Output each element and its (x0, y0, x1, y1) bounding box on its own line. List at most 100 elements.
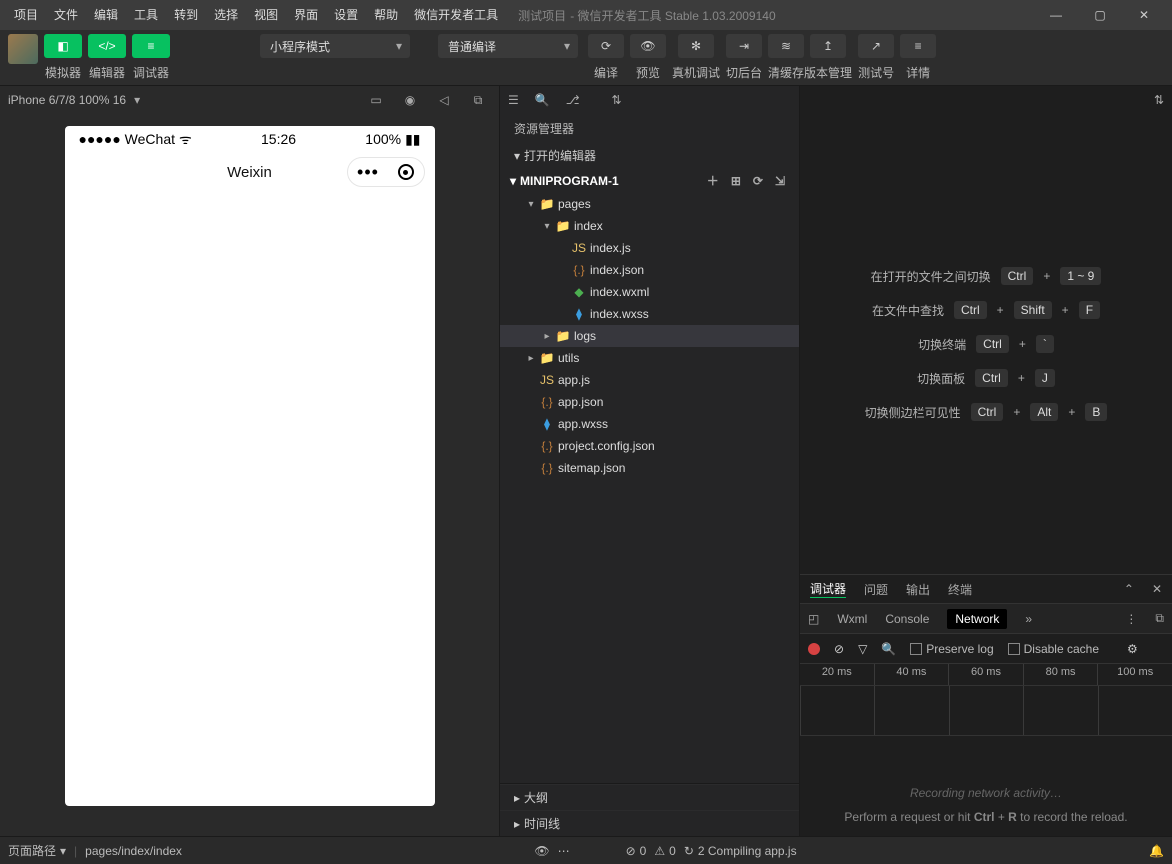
learn-more-link[interactable]: Learn more (955, 834, 1016, 836)
folder-index[interactable]: ▾📁index (500, 215, 799, 237)
tree-label: index.json (590, 263, 644, 277)
more-icon[interactable]: ⋯ (558, 844, 570, 858)
explorer-title: 资源管理器 (500, 114, 799, 143)
menu-item-1[interactable]: 文件 (46, 0, 86, 30)
test-button[interactable]: ↗ (858, 34, 894, 58)
minimize-button[interactable]: — (1034, 0, 1078, 30)
tab-console[interactable]: Console (885, 612, 929, 626)
statusbar: 页面路径 ▾ | pages/index/index 👁 ⋯ ⊘ 0 ⚠ 0 ↻… (0, 836, 1172, 864)
file-index.js[interactable]: JSindex.js (500, 237, 799, 259)
page-route-label[interactable]: 页面路径 ▾ (8, 842, 66, 859)
panel-options-icon[interactable]: ⇅ (612, 93, 622, 107)
file-project.config.json[interactable]: {.}project.config.json (500, 435, 799, 457)
folder-utils[interactable]: ▸📁utils (500, 347, 799, 369)
panel-collapse-icon[interactable]: ⌃ (1124, 582, 1134, 596)
disable-cache-checkbox[interactable]: Disable cache (1008, 642, 1099, 656)
menu-item-4[interactable]: 转到 (166, 0, 206, 30)
folder-logs[interactable]: ▸📁logs (500, 325, 799, 347)
simulator-toggle[interactable]: ◧ (44, 34, 82, 58)
file-sitemap.json[interactable]: {.}sitemap.json (500, 457, 799, 479)
file-app.wxss[interactable]: ⧫app.wxss (500, 413, 799, 435)
menu-item-2[interactable]: 编辑 (86, 0, 126, 30)
tab-wxml[interactable]: Wxml (837, 612, 867, 626)
warning-count[interactable]: ⚠ 0 (654, 844, 675, 858)
tab-output[interactable]: 输出 (906, 581, 930, 598)
open-editors-section[interactable]: ▾打开的编辑器 (500, 143, 799, 168)
menu-item-3[interactable]: 工具 (126, 0, 166, 30)
record-indicator[interactable] (808, 643, 820, 655)
tab-problems[interactable]: 问题 (864, 581, 888, 598)
kebab-icon[interactable]: ⋮ (1125, 612, 1137, 626)
version-button[interactable]: ↥ (810, 34, 846, 58)
tab-terminal[interactable]: 终端 (948, 581, 972, 598)
detail-button[interactable]: ≡ (900, 34, 936, 58)
timeline-section[interactable]: ▸时间线 (500, 810, 799, 836)
avatar[interactable] (8, 34, 38, 64)
file-app.json[interactable]: {.}app.json (500, 391, 799, 413)
panel-close-icon[interactable]: ✕ (1152, 582, 1162, 596)
error-count[interactable]: ⊘ 0 (626, 844, 647, 858)
menu-item-7[interactable]: 界面 (286, 0, 326, 30)
device-icon[interactable]: ▭ (363, 91, 389, 109)
gear-icon[interactable]: ⚙ (1127, 642, 1138, 656)
file-index.wxss[interactable]: ⧫index.wxss (500, 303, 799, 325)
dock-icon[interactable]: ⧉ (1155, 611, 1164, 626)
mode-dropdown[interactable]: 小程序模式 (260, 34, 410, 58)
tab-debugger[interactable]: 调试器 (810, 580, 846, 598)
capsule-menu-icon[interactable]: ••• (357, 162, 379, 183)
search-icon[interactable]: 🔍 (535, 93, 550, 107)
debugger-toggle[interactable]: ≡ (132, 34, 170, 58)
device-selector[interactable]: iPhone 6/7/8 100% 16 (8, 93, 126, 107)
preserve-log-checkbox[interactable]: Preserve log (910, 642, 993, 656)
toolbar: ◧模拟器 </>编辑器 ≡调试器 小程序模式 普通编译 ⟳编译 👁预览 ✻真机调… (0, 30, 1172, 86)
explorer-icon[interactable]: ☰ (508, 93, 519, 107)
menu-item-5[interactable]: 选择 (206, 0, 246, 30)
hint-label: 在打开的文件之间切换 (871, 268, 991, 285)
real-debug-label: 真机调试 (672, 64, 720, 81)
menu-item-0[interactable]: 项目 (6, 0, 46, 30)
file-app.js[interactable]: JSapp.js (500, 369, 799, 391)
visibility-icon[interactable]: 👁 (534, 844, 549, 858)
menu-item-6[interactable]: 视图 (246, 0, 286, 30)
branch-icon[interactable]: ⎇ (566, 93, 580, 107)
close-button[interactable]: ✕ (1122, 0, 1166, 30)
menu-item-9[interactable]: 帮助 (366, 0, 406, 30)
new-file-icon[interactable]: ＋ (703, 172, 723, 189)
explorer-root[interactable]: ▾MINIPROGRAM-1 ＋ ⊞ ⟳ ⇲ (500, 168, 799, 193)
editor-settings-icon[interactable]: ⇅ (1154, 93, 1164, 107)
filter-icon[interactable]: ▽ (858, 642, 867, 656)
search-network-icon[interactable]: 🔍 (881, 642, 896, 656)
mute-icon[interactable]: ◁ (431, 91, 457, 109)
copy-icon[interactable]: ⧉ (465, 91, 491, 109)
menu-item-8[interactable]: 设置 (326, 0, 366, 30)
compile-button[interactable]: ⟳ (588, 34, 624, 58)
inspect-icon[interactable]: ◰ (808, 612, 819, 626)
maximize-button[interactable]: ▢ (1078, 0, 1122, 30)
capsule-close-icon[interactable] (398, 164, 414, 180)
window-title-suffix: - 微信开发者工具 Stable 1.03.2009140 (570, 7, 775, 24)
clear-cache-button[interactable]: ≋ (768, 34, 804, 58)
record-icon[interactable]: ◉ (397, 91, 423, 109)
file-index.wxml[interactable]: ◆index.wxml (500, 281, 799, 303)
phone-simulator[interactable]: ●●●●● WeChat ᯤ 15:26 100% ▮▮ Weixin ••• (65, 126, 435, 806)
tab-network[interactable]: Network (947, 609, 1007, 629)
folder-pages[interactable]: ▾📁pages (500, 193, 799, 215)
outline-section[interactable]: ▸大纲 (500, 784, 799, 810)
bell-icon[interactable]: 🔔 (1149, 844, 1164, 858)
collapse-icon[interactable]: ⇲ (771, 174, 789, 188)
key: F (1079, 301, 1100, 319)
page-route-value[interactable]: pages/index/index (85, 844, 182, 858)
capsule[interactable]: ••• (347, 157, 425, 187)
menu-item-10[interactable]: 微信开发者工具 (406, 0, 506, 30)
compile-dropdown[interactable]: 普通编译 (438, 34, 578, 58)
editor-toggle[interactable]: </> (88, 34, 126, 58)
preview-button[interactable]: 👁 (630, 34, 666, 58)
background-button[interactable]: ⇥ (726, 34, 762, 58)
new-folder-icon[interactable]: ⊞ (727, 174, 745, 188)
project-name: 测试项目 (518, 7, 566, 24)
file-index.json[interactable]: {.}index.json (500, 259, 799, 281)
clear-icon[interactable]: ⊘ (834, 642, 844, 656)
more-tabs-icon[interactable]: » (1025, 612, 1032, 626)
refresh-icon[interactable]: ⟳ (749, 174, 767, 188)
real-debug-button[interactable]: ✻ (678, 34, 714, 58)
